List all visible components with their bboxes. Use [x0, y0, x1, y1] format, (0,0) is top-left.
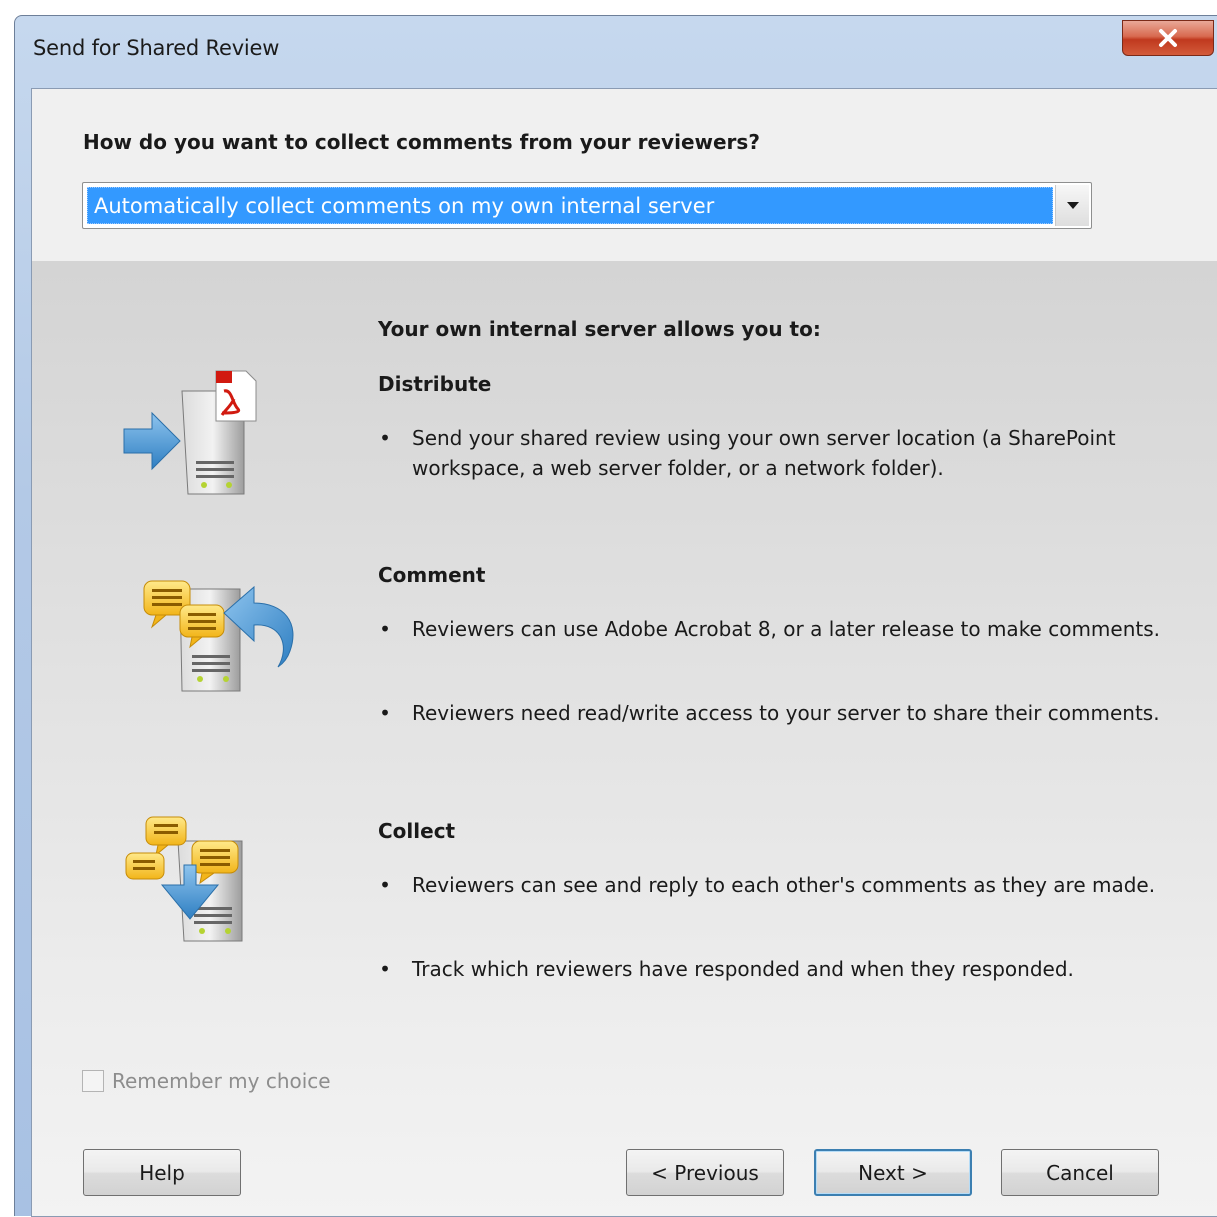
- bullet-text: Send your shared review using your own s…: [412, 426, 1116, 480]
- bullet-dot: •: [379, 426, 391, 450]
- bullet-collect-2: • Track which reviewers have responded a…: [378, 954, 1178, 984]
- collect-question: How do you want to collect comments from…: [83, 130, 760, 154]
- dialog-window: Send for Shared Review How do you want t…: [14, 15, 1217, 1217]
- remember-checkbox[interactable]: [82, 1070, 104, 1092]
- bullet-comment-2: • Reviewers need read/write access to yo…: [378, 698, 1178, 728]
- bullet-dot: •: [379, 957, 391, 981]
- bullet-text: Reviewers need read/write access to your…: [412, 701, 1160, 725]
- bullet-dot: •: [379, 701, 391, 725]
- panel-intro: Your own internal server allows you to:: [378, 317, 821, 341]
- remember-choice[interactable]: Remember my choice: [82, 1069, 331, 1093]
- collect-method-value: Automatically collect comments on my own…: [87, 187, 1053, 224]
- section-heading-comment: Comment: [378, 563, 486, 587]
- dialog-client: How do you want to collect comments from…: [31, 88, 1217, 1217]
- bullet-text: Reviewers can use Adobe Acrobat 8, or a …: [412, 617, 1161, 641]
- bullet-dot: •: [379, 617, 391, 641]
- section-heading-distribute: Distribute: [378, 372, 492, 396]
- collect-method-select[interactable]: Automatically collect comments on my own…: [82, 182, 1092, 229]
- window-title: Send for Shared Review: [33, 36, 280, 60]
- next-button[interactable]: Next >: [814, 1149, 972, 1196]
- dropdown-button[interactable]: [1055, 185, 1089, 226]
- bullet-distribute-1: • Send your shared review using your own…: [378, 423, 1178, 483]
- cancel-button[interactable]: Cancel: [1001, 1149, 1159, 1196]
- close-icon: [1159, 29, 1177, 47]
- chevron-down-icon: [1066, 201, 1079, 209]
- bullet-dot: •: [379, 873, 391, 897]
- remember-label: Remember my choice: [112, 1069, 331, 1093]
- bullet-text: Reviewers can see and reply to each othe…: [412, 873, 1156, 897]
- options-panel: Your own internal server allows you to:: [32, 261, 1217, 1216]
- bullet-text: Track which reviewers have responded and…: [412, 957, 1074, 981]
- section-heading-collect: Collect: [378, 819, 456, 843]
- close-button[interactable]: [1122, 20, 1214, 56]
- server-comment-icon: [143, 580, 294, 692]
- bullet-collect-1: • Reviewers can see and reply to each ot…: [378, 870, 1178, 900]
- previous-button[interactable]: < Previous: [626, 1149, 784, 1196]
- server-collect-icon: [125, 816, 243, 942]
- help-button[interactable]: Help: [83, 1149, 241, 1196]
- bullet-comment-1: • Reviewers can use Adobe Acrobat 8, or …: [378, 614, 1178, 644]
- server-distribute-icon: [123, 370, 257, 495]
